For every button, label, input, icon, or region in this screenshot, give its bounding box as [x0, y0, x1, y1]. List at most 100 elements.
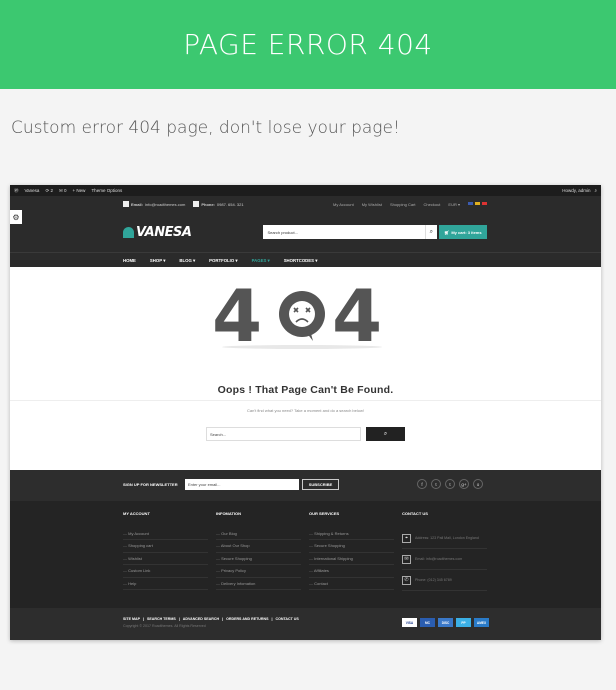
- email-info: Email: info@roadthemes.com: [123, 201, 185, 207]
- twitter-icon[interactable]: t: [431, 479, 441, 489]
- tumblr-icon[interactable]: t: [445, 479, 455, 489]
- divider: [10, 400, 601, 401]
- footer-col-infomation: INFOMATION Our Blog About Our Shop Secur…: [216, 511, 301, 590]
- svg-text:4: 4: [212, 283, 262, 349]
- admin-theme-options[interactable]: Theme Options: [91, 188, 122, 193]
- footer-link[interactable]: Contact: [309, 578, 394, 590]
- page-banner: PAGE ERROR 404: [0, 0, 616, 89]
- newsletter-label: SIGN UP FOR NEWSLETTER: [123, 482, 178, 487]
- nav-home[interactable]: HOME: [123, 258, 136, 263]
- flag-fr-icon[interactable]: [482, 201, 487, 205]
- updates-icon[interactable]: ⟳ 2: [45, 188, 53, 194]
- admin-site-name[interactable]: Vanesa: [25, 188, 40, 193]
- footer-link[interactable]: International Shipping: [309, 553, 394, 566]
- phone-icon: ✆: [402, 575, 411, 585]
- language-flags[interactable]: [468, 201, 487, 207]
- product-search-input[interactable]: Search product... ⌕: [263, 225, 437, 239]
- footer-link[interactable]: My Account: [123, 528, 208, 541]
- contact-email: ✉ Email: info@roadthemes.com: [402, 549, 487, 570]
- link-my-account[interactable]: My Account: [333, 202, 354, 207]
- footer-col-contact: CONTACT US ⌖ Address: 123 Pall Mall, Lon…: [402, 511, 487, 591]
- admin-bar: Ⓦ Vanesa ⟳ 2 ✉ 0 + New Theme Options How…: [10, 185, 601, 196]
- top-bar: Email: info@roadthemes.com Phone: 0987. 65…: [10, 196, 601, 212]
- banner-title: PAGE ERROR 404: [183, 28, 433, 61]
- link-my-wishlist[interactable]: My Wishlist: [362, 202, 382, 207]
- nav-blog[interactable]: BLOG ▾: [179, 258, 195, 264]
- dribbble-icon[interactable]: o: [473, 479, 483, 489]
- mastercard-icon: MC: [420, 618, 435, 627]
- link-orders-returns[interactable]: ORDERS AND RETURNS: [226, 617, 268, 621]
- link-shopping-cart[interactable]: Shopping Cart: [390, 202, 416, 207]
- footer-link[interactable]: Secure Shopping: [309, 540, 394, 553]
- error-search-input[interactable]: Search...: [206, 427, 361, 441]
- footer-link[interactable]: Our Blog: [216, 528, 301, 541]
- bottom-links: SITE MAP | SEARCH TERMS | ADVANCED SEARCH |…: [123, 617, 299, 621]
- facebook-icon[interactable]: f: [417, 479, 427, 489]
- flag-en-icon[interactable]: [468, 201, 473, 205]
- social-links: f t t g+ o: [417, 479, 483, 489]
- wordpress-icon[interactable]: Ⓦ: [14, 188, 19, 194]
- link-contact-us[interactable]: CONTACT US: [276, 617, 299, 621]
- site-logo[interactable]: VANESA: [123, 225, 192, 240]
- copyright: Copyright © 2017 Roadthemes. All Rights …: [123, 624, 206, 628]
- site-header: VANESA Search product... ⌕ 🛒︎ My cart: 3…: [10, 212, 601, 252]
- paypal-icon: PP: [456, 618, 471, 627]
- footer-link[interactable]: Secure Shopping: [216, 553, 301, 566]
- cart-icon: 🛒︎: [444, 229, 450, 235]
- mail-icon: ✉: [402, 554, 411, 564]
- search-icon[interactable]: ⌕: [424, 225, 437, 239]
- footer-link[interactable]: Affiliates: [309, 565, 394, 578]
- footer-link[interactable]: Delivery Infomation: [216, 578, 301, 590]
- error-404-graphic: 4 4: [212, 283, 382, 349]
- visa-icon: VISA: [402, 618, 417, 627]
- amex-icon: AMEX: [474, 618, 489, 627]
- gear-icon[interactable]: ⚙: [10, 210, 22, 224]
- footer-bottom: SITE MAP | SEARCH TERMS | ADVANCED SEARCH |…: [10, 608, 601, 640]
- link-checkout[interactable]: Checkout: [424, 202, 441, 207]
- nav-shop[interactable]: SHOP ▾: [150, 258, 165, 264]
- subscribe-button[interactable]: SUBSCRIBE: [302, 479, 339, 490]
- nav-portfolio[interactable]: PORTFOLIO ▾: [209, 258, 237, 264]
- nav-pages[interactable]: PAGES ▾: [252, 258, 270, 264]
- footer-link[interactable]: Privacy Policy: [216, 565, 301, 578]
- link-site-map[interactable]: SITE MAP: [123, 617, 140, 621]
- search-icon: ⌕: [383, 430, 388, 437]
- contact-phone: ✆ Phone: (012) 345 6789: [402, 570, 487, 591]
- page-subtitle: Custom error 404 page, don't lose your p…: [11, 118, 400, 138]
- screenshot-frame: Ⓦ Vanesa ⟳ 2 ✉ 0 + New Theme Options How…: [10, 185, 601, 640]
- footer-link[interactable]: Shipping & Returns: [309, 528, 394, 541]
- discover-icon: DISC: [438, 618, 453, 627]
- nav-shortcodes[interactable]: SHORTCODES ▾: [284, 258, 318, 264]
- footer-link[interactable]: Shopping cart: [123, 540, 208, 553]
- currency-select[interactable]: EUR ▾: [448, 202, 460, 207]
- google-plus-icon[interactable]: g+: [459, 479, 469, 489]
- newsletter-email-input[interactable]: Enter your email...: [185, 479, 299, 490]
- site-footer: MY ACCOUNT My Account Shopping cart Wish…: [10, 501, 601, 608]
- footer-link[interactable]: Help: [123, 578, 208, 590]
- error-content: 4 4 Oops ! That Page Can't Be Found. Can…: [10, 267, 601, 470]
- top-links: My Account My Wishlist Shopping Cart Che…: [333, 201, 487, 207]
- payment-cards: VISA MC DISC PP AMEX: [402, 618, 489, 627]
- footer-link[interactable]: Custom Link: [123, 565, 208, 578]
- link-search-terms[interactable]: SEARCH TERMS: [147, 617, 176, 621]
- map-pin-icon: ⌖: [402, 533, 411, 543]
- admin-new[interactable]: + New: [73, 188, 86, 193]
- footer-col-my-account: MY ACCOUNT My Account Shopping cart Wish…: [123, 511, 208, 590]
- logo-mark-icon: [123, 226, 134, 238]
- footer-link[interactable]: About Our Shop: [216, 540, 301, 553]
- error-search-button[interactable]: ⌕: [366, 427, 405, 441]
- search-icon[interactable]: ⌕: [594, 188, 597, 193]
- svg-text:4: 4: [332, 283, 382, 349]
- cart-button[interactable]: 🛒︎ My cart: 3 items: [438, 225, 487, 239]
- comments-icon[interactable]: ✉ 0: [59, 188, 67, 194]
- admin-greeting[interactable]: Howdy, admin: [562, 188, 590, 193]
- error-heading: Oops ! That Page Can't Be Found.: [217, 384, 394, 396]
- footer-link[interactable]: Wishlist: [123, 553, 208, 566]
- link-advanced-search[interactable]: ADVANCED SEARCH: [183, 617, 219, 621]
- mail-icon: [123, 201, 129, 207]
- error-message: Can't find what you need? Take a moment …: [247, 408, 364, 413]
- flag-es-icon[interactable]: [475, 201, 480, 205]
- footer-col-our-services: OUR SERVICES Shipping & Returns Secure S…: [309, 511, 394, 590]
- newsletter-bar: SIGN UP FOR NEWSLETTER Enter your email.…: [10, 470, 601, 501]
- phone-icon: [193, 201, 200, 207]
